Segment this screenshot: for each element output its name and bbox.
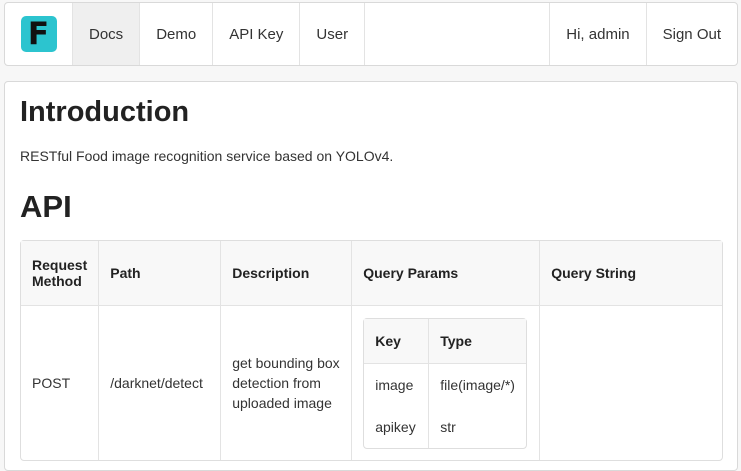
intro-description: RESTful Food image recognition service b… xyxy=(20,148,394,164)
cell-path: /darknet/detect xyxy=(98,306,220,460)
col-request-method: Request Method xyxy=(21,241,99,306)
top-navbar: F Docs Demo API Key User Hi, admin Sign … xyxy=(4,2,738,66)
api-table-header-row: Request Method Path Description Query Pa… xyxy=(21,241,722,306)
api-table: Request Method Path Description Query Pa… xyxy=(20,240,723,461)
nav-item-api-key[interactable]: API Key xyxy=(213,3,301,65)
cell-method: POST xyxy=(32,375,71,391)
cell-query-string xyxy=(539,306,722,460)
table-row: POST /darknet/detect get bounding box de… xyxy=(21,306,722,460)
sign-out-button[interactable]: Sign Out xyxy=(647,3,737,65)
param-key: image xyxy=(375,376,414,393)
nav-item-demo[interactable]: Demo xyxy=(140,3,214,65)
nav-item-docs[interactable]: Docs xyxy=(73,3,141,65)
param-key: apikey xyxy=(375,418,416,435)
brand[interactable]: F xyxy=(5,3,73,65)
col-query-string: Query String xyxy=(539,241,722,306)
col-description: Description xyxy=(220,241,352,306)
api-heading: API xyxy=(20,189,72,224)
params-row: apikey str xyxy=(364,405,526,448)
params-col-type: Type xyxy=(428,318,527,364)
intro-heading: Introduction xyxy=(20,96,190,128)
cell-query-params: Key Type image file(image/*) apikey str xyxy=(351,306,539,460)
param-type: str xyxy=(428,405,526,448)
params-col-key: Key xyxy=(364,318,429,364)
params-header-row: Key Type xyxy=(364,318,527,364)
main-content: Introduction RESTful Food image recognit… xyxy=(4,81,738,471)
nav-spacer xyxy=(365,3,551,65)
cell-description: get bounding box detection from uploaded… xyxy=(220,306,351,460)
col-query-params: Query Params xyxy=(351,241,540,306)
app-logo[interactable]: F xyxy=(20,16,57,52)
col-path: Path xyxy=(98,241,221,306)
params-row: image file(image/*) xyxy=(364,363,526,406)
user-greeting: Hi, admin xyxy=(550,3,647,65)
params-table: Key Type image file(image/*) apikey str xyxy=(363,317,528,449)
param-type: file(image/*) xyxy=(428,363,526,406)
nav-item-user[interactable]: User xyxy=(300,3,366,65)
